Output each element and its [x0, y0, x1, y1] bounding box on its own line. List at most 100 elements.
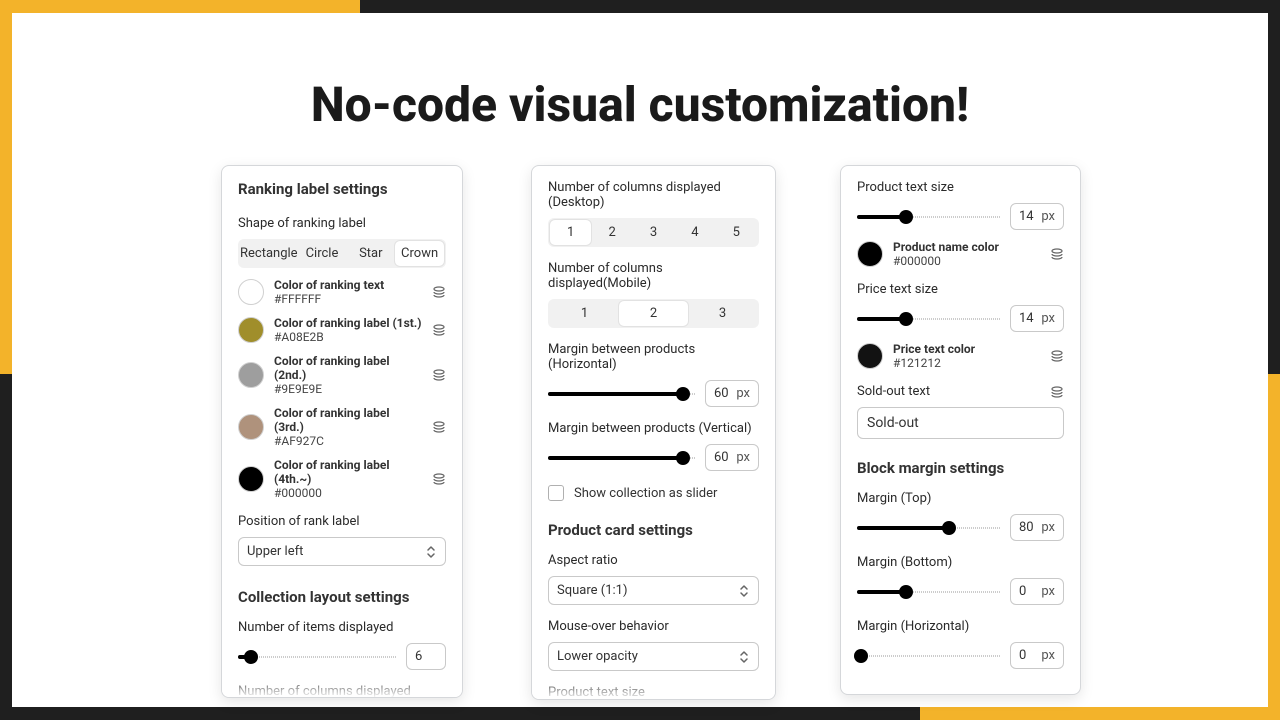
items-slider[interactable]: [238, 647, 396, 667]
slider-checkbox[interactable]: [548, 485, 564, 501]
color-swatch[interactable]: [238, 317, 264, 343]
ptext-value-box[interactable]: 14 px: [1010, 203, 1064, 230]
color-hex: #FFFFFF: [274, 292, 422, 306]
card-section-title: Product card settings: [548, 521, 759, 539]
mouse-select[interactable]: Lower opacity: [548, 642, 759, 671]
stack-icon[interactable]: [1050, 385, 1064, 399]
aspect-value: Square (1:1): [557, 583, 627, 598]
cols-desktop-option-3[interactable]: 3: [633, 220, 674, 245]
aspect-select[interactable]: Square (1:1): [548, 576, 759, 605]
cols-desktop-label: Number of columns displayed (Desktop): [548, 180, 759, 210]
color-row: Color of ranking label (3rd.)#AF927C: [238, 406, 446, 448]
shape-segmented[interactable]: RectangleCircleStarCrown: [238, 239, 446, 268]
position-value: Upper left: [247, 544, 303, 559]
block-margin-title: Block margin settings: [857, 459, 1064, 477]
px-unit: px: [1041, 584, 1055, 599]
color-swatch[interactable]: [238, 466, 264, 492]
items-label: Number of items displayed: [238, 620, 446, 635]
price-color-name: Price text color: [893, 342, 1040, 356]
margin-h-label: Margin between products (Horizontal): [548, 342, 759, 372]
soldout-value: Sold-out: [867, 415, 919, 431]
mtop-label: Margin (Top): [857, 491, 1064, 506]
mhz-value-box[interactable]: 0 px: [1010, 642, 1064, 669]
stack-icon[interactable]: [1050, 349, 1064, 363]
mtop-value: 80: [1019, 520, 1034, 535]
mtop-slider[interactable]: [857, 518, 1000, 538]
shape-option-circle[interactable]: Circle: [298, 241, 347, 266]
margin-v-value: 60: [714, 450, 729, 465]
cols-mobile-option-1[interactable]: 1: [550, 301, 619, 326]
soldout-label: Sold-out text: [857, 384, 930, 399]
stack-icon[interactable]: [1050, 247, 1064, 261]
select-arrows-icon: [738, 584, 750, 598]
panel-collection-layout: Number of columns displayed (Desktop) 12…: [531, 165, 776, 700]
items-value-box[interactable]: 6: [406, 643, 446, 670]
mbot-label: Margin (Bottom): [857, 555, 1064, 570]
margin-h-slider[interactable]: [548, 384, 695, 404]
headline: No-code visual customization!: [12, 76, 1268, 133]
px-unit: px: [1041, 648, 1055, 663]
color-hex: #9E9E9E: [274, 382, 422, 396]
color-name: Color of ranking label (4th.~): [274, 458, 422, 486]
shape-option-star[interactable]: Star: [346, 241, 395, 266]
panel-ranking-label: Ranking label settings Shape of ranking …: [221, 165, 463, 698]
cols-desktop-option-1[interactable]: 1: [550, 220, 591, 245]
margin-h-value: 60: [714, 386, 729, 401]
mhz-label: Margin (Horizontal): [857, 619, 1064, 634]
ranking-title: Ranking label settings: [238, 180, 446, 198]
margin-v-value-box[interactable]: 60 px: [705, 444, 759, 471]
price-color-swatch[interactable]: [857, 343, 883, 369]
mbot-slider[interactable]: [857, 582, 1000, 602]
stack-icon[interactable]: [432, 420, 446, 434]
px-unit: px: [1041, 209, 1055, 224]
color-row: Color of ranking label (4th.~)#000000: [238, 458, 446, 500]
mbot-value: 0: [1019, 584, 1026, 599]
stack-icon[interactable]: [432, 368, 446, 382]
color-name: Color of ranking text: [274, 278, 422, 292]
price-size-value: 14: [1019, 311, 1034, 326]
cols-desktop-trailing: Number of columns displayed (Desktop): [238, 684, 446, 698]
aspect-label: Aspect ratio: [548, 553, 759, 568]
ptext-value: 14: [1019, 209, 1034, 224]
color-swatch[interactable]: [238, 279, 264, 305]
stack-icon[interactable]: [432, 285, 446, 299]
price-size-slider[interactable]: [857, 309, 1000, 329]
mbot-value-box[interactable]: 0 px: [1010, 578, 1064, 605]
shape-option-crown[interactable]: Crown: [395, 241, 444, 266]
color-hex: #AF927C: [274, 434, 422, 448]
color-swatch[interactable]: [238, 362, 264, 388]
stack-icon[interactable]: [432, 472, 446, 486]
color-row: Color of ranking label (1st.)#A08E2B: [238, 316, 446, 344]
mhz-slider[interactable]: [857, 646, 1000, 666]
color-swatch[interactable]: [238, 414, 264, 440]
price-size-value-box[interactable]: 14 px: [1010, 305, 1064, 332]
position-select[interactable]: Upper left: [238, 537, 446, 566]
cols-mobile-seg[interactable]: 123: [548, 299, 759, 328]
ptext-slider[interactable]: [857, 207, 1000, 227]
margin-h-value-box[interactable]: 60 px: [705, 380, 759, 407]
panel-product-text: Product text size 14 px Product name col…: [840, 165, 1081, 695]
mtop-value-box[interactable]: 80 px: [1010, 514, 1064, 541]
color-name: Color of ranking label (3rd.): [274, 406, 422, 434]
cols-desktop-option-4[interactable]: 4: [674, 220, 715, 245]
color-name: Color of ranking label (1st.): [274, 316, 422, 330]
items-value: 6: [415, 649, 422, 664]
px-unit: px: [1041, 520, 1055, 535]
margin-v-slider[interactable]: [548, 448, 695, 468]
pname-color-name: Product name color: [893, 240, 1040, 254]
cols-desktop-seg[interactable]: 12345: [548, 218, 759, 247]
cols-desktop-option-2[interactable]: 2: [591, 220, 632, 245]
slider-checkbox-label: Show collection as slider: [574, 486, 717, 501]
px-unit: px: [736, 386, 750, 401]
stack-icon[interactable]: [432, 323, 446, 337]
color-hex: #A08E2B: [274, 330, 422, 344]
px-unit: px: [1041, 311, 1055, 326]
cols-desktop-option-5[interactable]: 5: [716, 220, 757, 245]
shape-option-rectangle[interactable]: Rectangle: [240, 241, 298, 266]
pname-color-swatch[interactable]: [857, 241, 883, 267]
position-label: Position of rank label: [238, 514, 446, 529]
cols-mobile-option-3[interactable]: 3: [688, 301, 757, 326]
mouse-value: Lower opacity: [557, 649, 638, 664]
cols-mobile-option-2[interactable]: 2: [619, 301, 688, 326]
soldout-input[interactable]: Sold-out: [857, 407, 1064, 439]
